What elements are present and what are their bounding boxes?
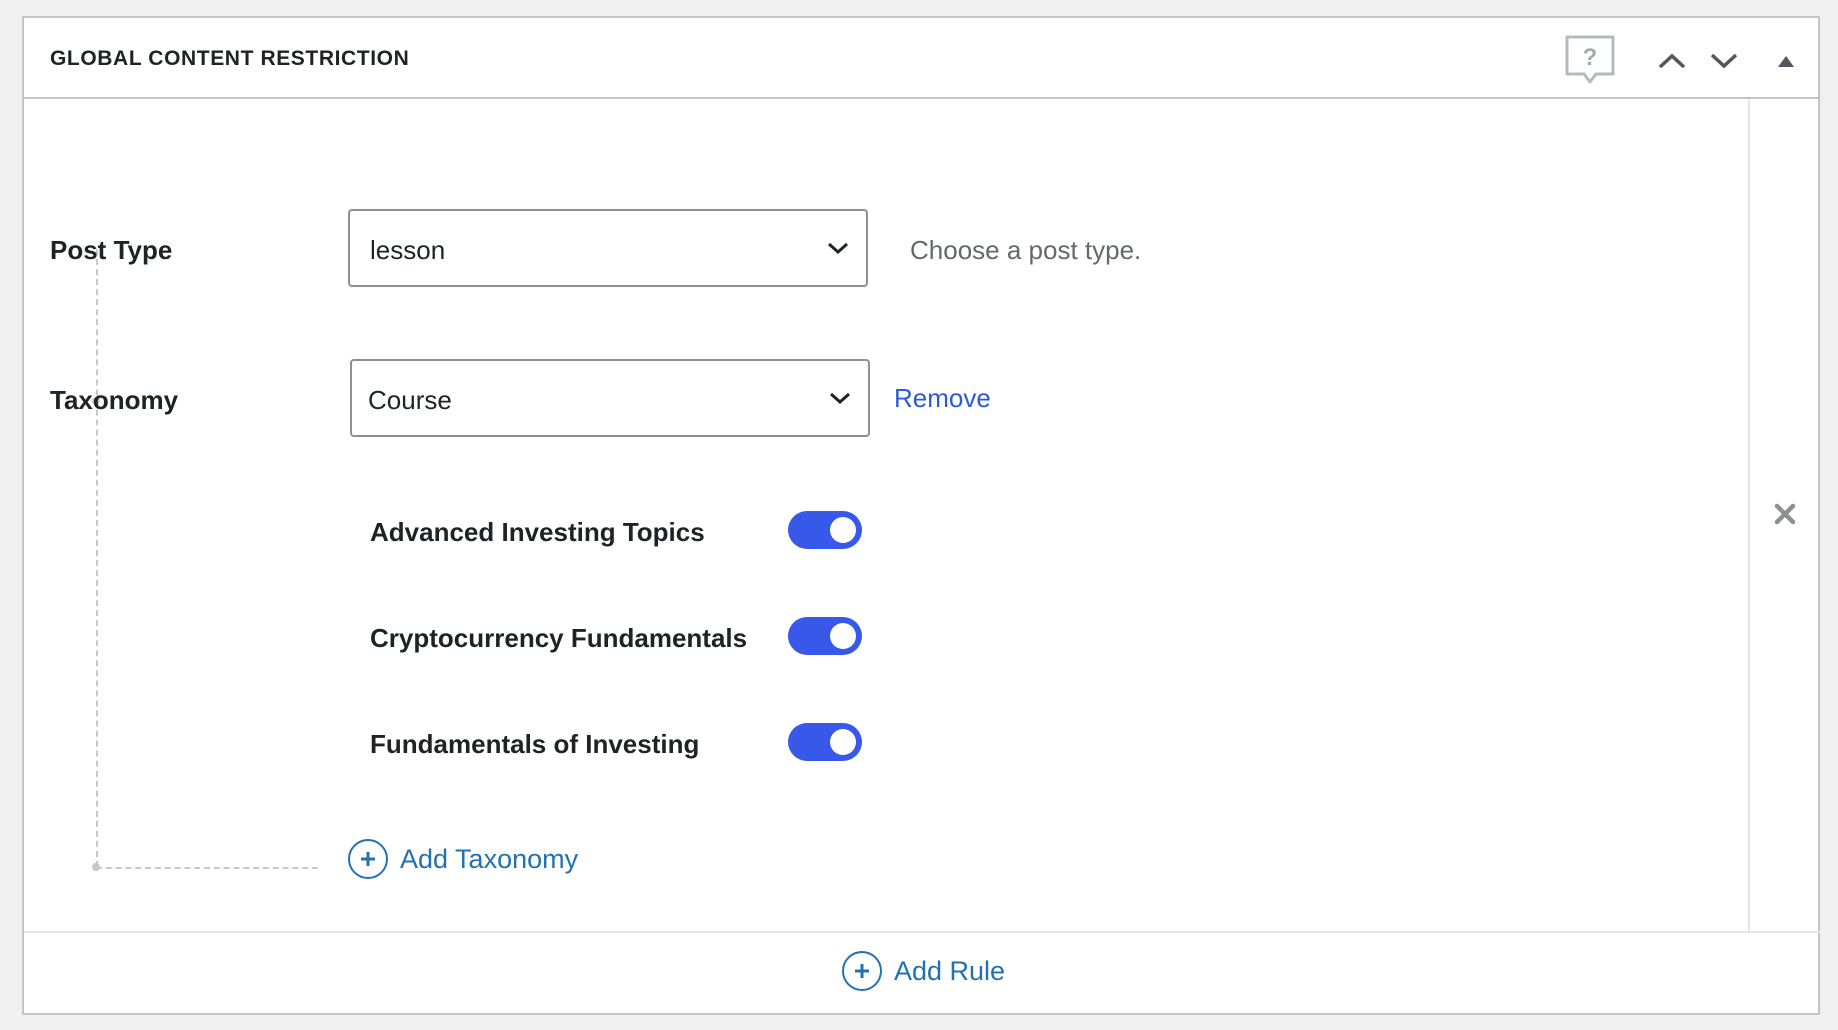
post-type-selected-value: lesson (370, 235, 446, 265)
toggle-panel-button[interactable] (1766, 44, 1806, 78)
move-up-button[interactable] (1652, 44, 1692, 78)
panel-title: GLOBAL CONTENT RESTRICTION (50, 47, 410, 70)
term-toggle-switch[interactable] (788, 723, 862, 761)
remove-rule-button[interactable] (1770, 499, 1800, 529)
rule-actions-column (1748, 99, 1820, 931)
post-type-select[interactable]: lesson (348, 209, 868, 287)
toggle-knob (830, 517, 856, 543)
term-label: Fundamentals of Investing (370, 729, 700, 759)
tree-connector-horizontal (96, 867, 318, 869)
add-taxonomy-button[interactable]: Add Taxonomy (348, 839, 578, 879)
toggle-knob (830, 729, 856, 755)
remove-taxonomy-link[interactable]: Remove (894, 383, 991, 414)
tree-node-dot (92, 863, 100, 871)
term-toggle-switch[interactable] (788, 511, 862, 549)
global-content-restriction-panel: GLOBAL CONTENT RESTRICTION ? Post Type l… (22, 16, 1820, 1015)
help-bubble-icon[interactable]: ? (1564, 34, 1616, 86)
svg-text:?: ? (1583, 44, 1598, 71)
triangle-up-icon (1778, 56, 1794, 67)
chevron-down-icon (830, 392, 850, 405)
term-label: Cryptocurrency Fundamentals (370, 623, 748, 653)
post-type-help-text: Choose a post type. (910, 235, 1142, 265)
taxonomy-select[interactable]: Course (350, 359, 870, 437)
plus-circle-icon (842, 951, 882, 991)
add-rule-button[interactable]: Add Rule (842, 951, 1005, 991)
close-icon (1774, 503, 1796, 525)
post-type-label: Post Type (50, 235, 173, 265)
chevron-up-icon (1658, 53, 1686, 69)
add-taxonomy-label: Add Taxonomy (400, 843, 579, 874)
panel-footer: Add Rule (24, 931, 1820, 1015)
chevron-down-icon (828, 242, 848, 255)
add-rule-label: Add Rule (894, 955, 1006, 986)
term-label: Advanced Investing Topics (370, 517, 705, 547)
term-row: Cryptocurrency Fundamentals (370, 617, 890, 657)
chevron-down-icon (1710, 53, 1738, 69)
plus-circle-icon (348, 839, 388, 879)
tree-connector-vertical (96, 249, 98, 867)
taxonomy-label: Taxonomy (50, 385, 179, 415)
term-row: Fundamentals of Investing (370, 723, 890, 763)
move-down-button[interactable] (1704, 44, 1744, 78)
rule-body: Post Type lesson Choose a post type. Tax… (24, 99, 1748, 931)
term-row: Advanced Investing Topics (370, 511, 890, 551)
panel-header: GLOBAL CONTENT RESTRICTION ? (24, 18, 1818, 99)
term-toggle-switch[interactable] (788, 617, 862, 655)
taxonomy-selected-value: Course (368, 385, 452, 415)
toggle-knob (830, 623, 856, 649)
